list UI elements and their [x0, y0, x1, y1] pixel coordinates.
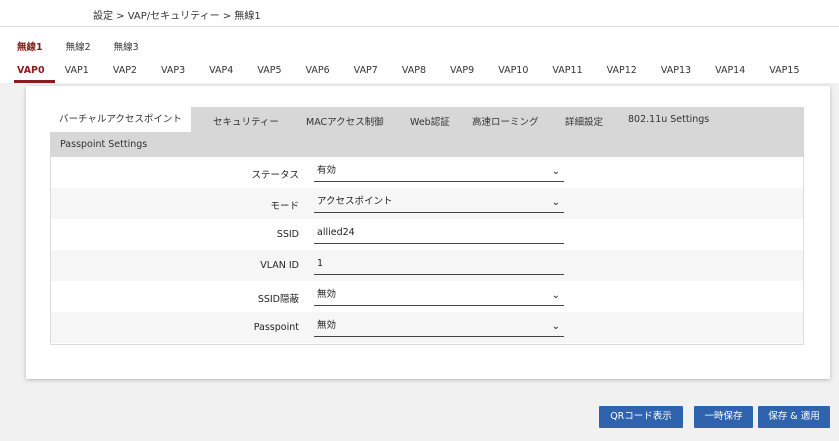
- form-row-status: ステータス 有効 ⌄: [51, 157, 803, 188]
- status-value: 有効: [317, 165, 337, 176]
- tab-vap11[interactable]: VAP11: [552, 65, 582, 83]
- chevron-down-icon: ⌄: [551, 166, 560, 177]
- tab-wireless-2[interactable]: 無線2: [66, 39, 91, 53]
- wireless-tabs: 無線1 無線2 無線3: [17, 39, 162, 53]
- tab-vap12[interactable]: VAP12: [607, 65, 637, 83]
- vlan-input[interactable]: 1: [314, 255, 564, 275]
- chevron-down-icon: ⌄: [551, 321, 560, 332]
- ssid-input[interactable]: allied24: [314, 224, 564, 244]
- chevron-down-icon: ⌄: [551, 290, 560, 301]
- tab-wireless-3[interactable]: 無線3: [114, 39, 139, 53]
- breadcrumb: 設定 > VAP/セキュリティー > 無線1: [93, 11, 261, 22]
- settings-card: バーチャルアクセスポイント セキュリティー MACアクセス制御 Web認証 高速…: [26, 86, 830, 379]
- tab-web-auth[interactable]: Web認証: [410, 114, 450, 128]
- vlan-label: VLAN ID: [260, 260, 299, 271]
- tab-vap14[interactable]: VAP14: [715, 65, 745, 83]
- passpoint-value: 無効: [317, 320, 337, 331]
- ssid-label: SSID: [276, 229, 299, 240]
- tab-vap15[interactable]: VAP15: [769, 65, 799, 83]
- ssid-hidden-select[interactable]: 無効 ⌄: [314, 286, 564, 306]
- mode-select[interactable]: アクセスポイント ⌄: [314, 193, 564, 213]
- tab-vap3[interactable]: VAP3: [161, 65, 185, 83]
- status-select[interactable]: 有効 ⌄: [314, 162, 564, 182]
- tab-vap10[interactable]: VAP10: [498, 65, 528, 83]
- ssid-hidden-value: 無効: [317, 289, 337, 300]
- sub-tabs: バーチャルアクセスポイント セキュリティー MACアクセス制御 Web認証 高速…: [50, 107, 804, 157]
- tabs-area: 無線1 無線2 無線3 VAP0 VAP1 VAP2 VAP3 VAP4 VAP…: [0, 27, 839, 83]
- vlan-value: 1: [317, 258, 324, 269]
- tab-vap8[interactable]: VAP8: [402, 65, 426, 83]
- tab-security[interactable]: セキュリティー: [213, 114, 279, 128]
- passpoint-select[interactable]: 無効 ⌄: [314, 317, 564, 337]
- mode-label: モード: [270, 201, 299, 212]
- mode-value: アクセスポイント: [317, 196, 393, 207]
- tab-advanced[interactable]: 詳細設定: [565, 114, 603, 128]
- tab-mac-access-control[interactable]: MACアクセス制御: [306, 114, 384, 128]
- tab-fast-roaming[interactable]: 高速ローミング: [472, 114, 539, 128]
- tab-80211u-settings[interactable]: 802.11u Settings: [628, 114, 709, 125]
- vap-form: ステータス 有効 ⌄ モード アクセスポイント ⌄ SSID allied24 …: [50, 157, 804, 345]
- active-tab-indicator: [14, 80, 55, 83]
- chevron-down-icon: ⌄: [551, 197, 560, 208]
- form-row-ssid-hidden: SSID隠蔽 無効 ⌄: [51, 281, 803, 312]
- top-bar: 設定 > VAP/セキュリティー > 無線1: [0, 0, 839, 27]
- form-row-mode: モード アクセスポイント ⌄: [51, 188, 803, 219]
- tab-vap13[interactable]: VAP13: [661, 65, 691, 83]
- ssid-value: allied24: [317, 227, 355, 238]
- qr-code-button[interactable]: QRコード表示: [599, 406, 683, 428]
- tab-passpoint-settings[interactable]: Passpoint Settings: [60, 139, 147, 150]
- status-label: ステータス: [251, 170, 299, 181]
- vap-tabs: VAP0 VAP1 VAP2 VAP3 VAP4 VAP5 VAP6 VAP7 …: [17, 65, 824, 83]
- tab-wireless-1[interactable]: 無線1: [17, 39, 43, 53]
- temp-save-button[interactable]: 一時保存: [694, 406, 753, 428]
- tab-vap6[interactable]: VAP6: [306, 65, 330, 83]
- tab-vap1[interactable]: VAP1: [65, 65, 89, 83]
- tab-virtual-access-point[interactable]: バーチャルアクセスポイント: [50, 107, 191, 132]
- tab-vap2[interactable]: VAP2: [113, 65, 137, 83]
- passpoint-label: Passpoint: [253, 322, 299, 333]
- form-row-passpoint: Passpoint 無効 ⌄: [51, 312, 803, 343]
- ssid-hidden-label: SSID隠蔽: [257, 294, 299, 305]
- tab-vap7[interactable]: VAP7: [354, 65, 378, 83]
- form-row-ssid: SSID allied24: [51, 219, 803, 250]
- form-row-vlan: VLAN ID 1: [51, 250, 803, 281]
- save-apply-button[interactable]: 保存 & 適用: [758, 406, 830, 428]
- tab-vap5[interactable]: VAP5: [257, 65, 281, 83]
- tab-vap9[interactable]: VAP9: [450, 65, 474, 83]
- tab-vap4[interactable]: VAP4: [209, 65, 233, 83]
